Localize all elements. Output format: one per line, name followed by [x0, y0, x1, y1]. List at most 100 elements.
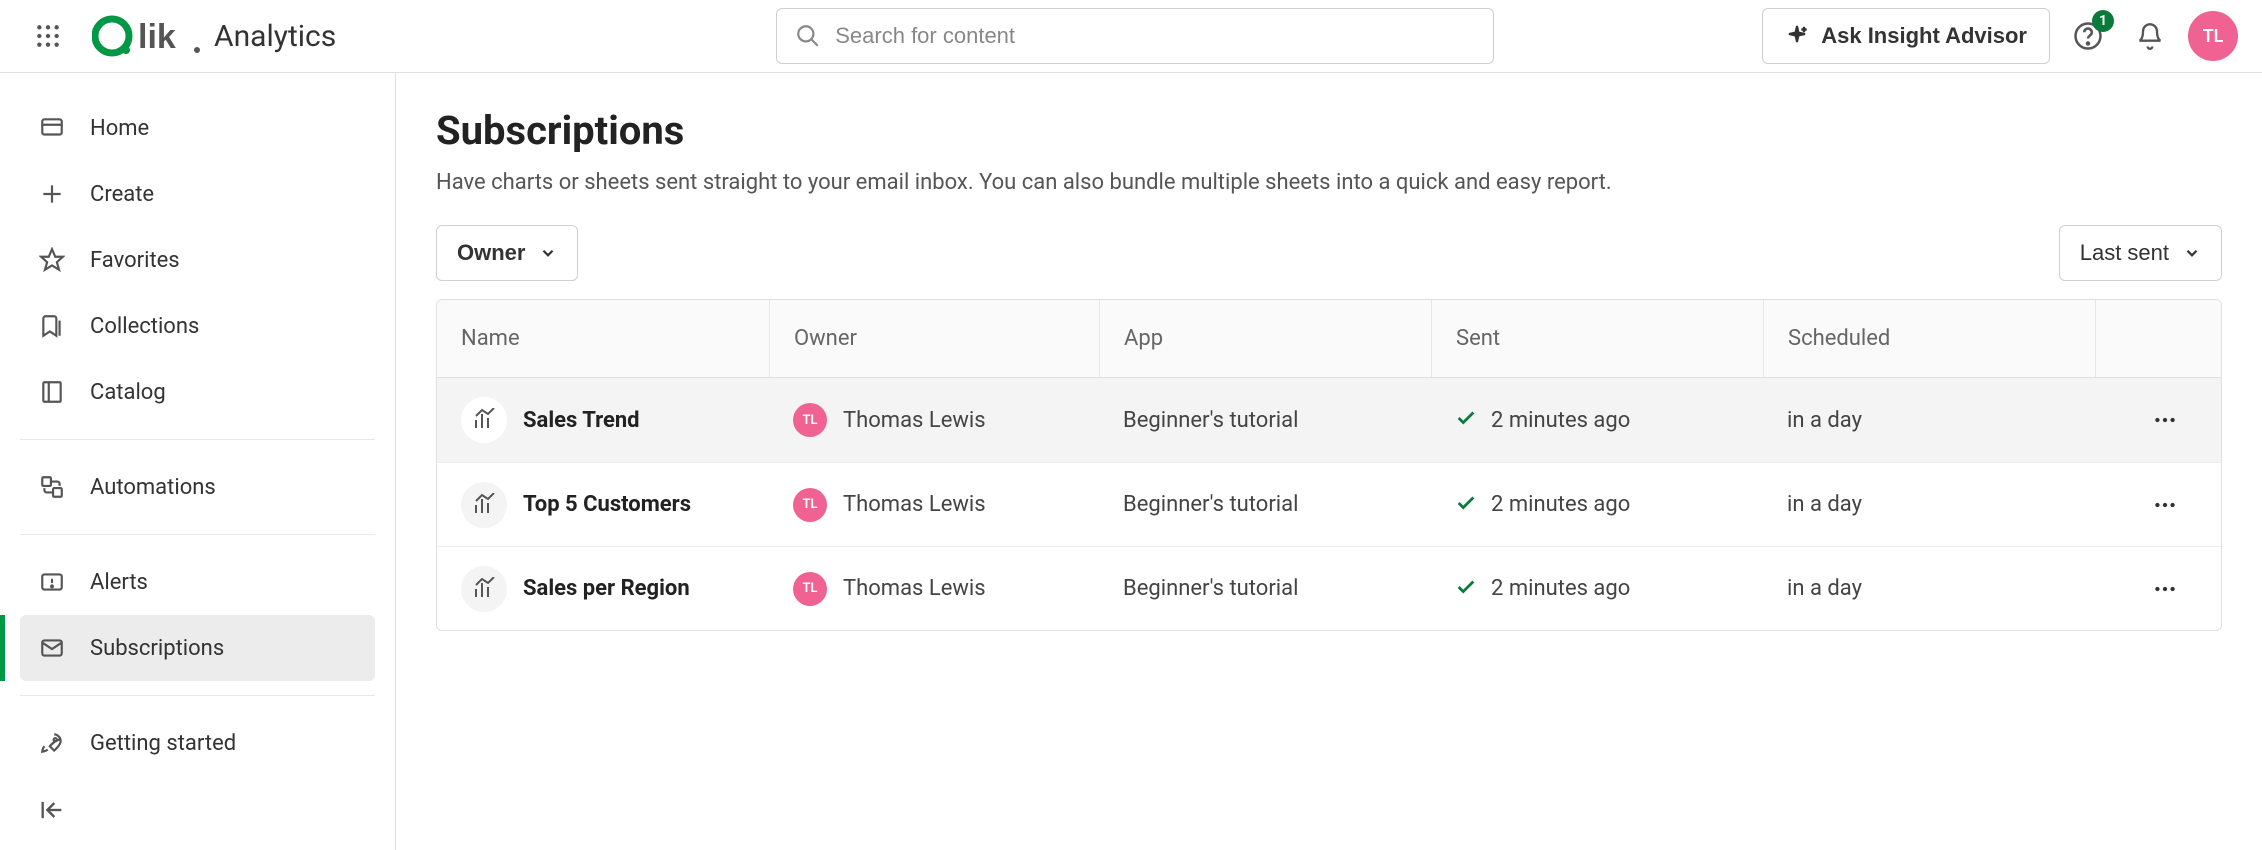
owner-name: Thomas Lewis	[843, 492, 986, 517]
scheduled-time: in a day	[1787, 492, 1862, 517]
bell-icon	[2136, 22, 2164, 50]
column-header-sent[interactable]: Sent	[1431, 300, 1763, 377]
sidebar-item-label: Alerts	[90, 570, 148, 595]
sidebar-item-label: Getting started	[90, 731, 236, 756]
chart-icon	[461, 482, 507, 528]
chevron-down-icon	[539, 244, 557, 262]
sidebar-item-automations[interactable]: Automations	[20, 454, 375, 520]
sidebar-item-alerts[interactable]: Alerts	[20, 549, 375, 615]
star-icon	[38, 246, 66, 274]
automations-icon	[38, 473, 66, 501]
sidebar-item-label: Favorites	[90, 248, 180, 273]
sidebar-item-label: Create	[90, 182, 154, 207]
column-header-scheduled[interactable]: Scheduled	[1763, 300, 2095, 377]
sent-time: 2 minutes ago	[1491, 408, 1630, 433]
table-row[interactable]: Top 5 Customers TL Thomas Lewis Beginner…	[437, 462, 2221, 546]
toolbar: Owner Last sent	[436, 225, 2222, 281]
sidebar-separator	[20, 534, 375, 535]
ask-insight-advisor-button[interactable]: Ask Insight Advisor	[1762, 8, 2050, 64]
page-title: Subscriptions	[436, 107, 2222, 154]
column-header-actions	[2095, 300, 2221, 377]
sidebar-item-catalog[interactable]: Catalog	[20, 359, 375, 425]
table-row[interactable]: Sales Trend TL Thomas Lewis Beginner's t…	[437, 378, 2221, 462]
more-horizontal-icon	[2152, 492, 2178, 518]
more-horizontal-icon	[2152, 407, 2178, 433]
more-actions-button[interactable]	[2145, 569, 2185, 609]
column-header-app[interactable]: App	[1099, 300, 1431, 377]
user-avatar[interactable]: TL	[2188, 11, 2238, 61]
collapse-icon	[38, 796, 66, 824]
app-name: Beginner's tutorial	[1123, 492, 1298, 517]
sidebar-item-collections[interactable]: Collections	[20, 293, 375, 359]
more-horizontal-icon	[2152, 576, 2178, 602]
sidebar-item-create[interactable]: Create	[20, 161, 375, 227]
sidebar-separator	[20, 439, 375, 440]
subscriptions-table: Name Owner App Sent Scheduled Sales Tren…	[436, 299, 2222, 631]
scheduled-time: in a day	[1787, 576, 1862, 601]
owner-filter-button[interactable]: Owner	[436, 225, 578, 281]
subscription-name: Sales per Region	[523, 576, 690, 601]
sent-time: 2 minutes ago	[1491, 492, 1630, 517]
sidebar-item-label: Automations	[90, 475, 216, 500]
search-input[interactable]	[835, 23, 1475, 49]
filter-label: Owner	[457, 240, 525, 266]
notifications-button[interactable]	[2126, 12, 2174, 60]
page-description: Have charts or sheets sent straight to y…	[436, 170, 2222, 195]
insight-label: Ask Insight Advisor	[1821, 23, 2027, 49]
app-name: Beginner's tutorial	[1123, 408, 1298, 433]
home-icon	[38, 114, 66, 142]
search-input-container[interactable]	[776, 8, 1494, 64]
check-icon	[1455, 407, 1477, 433]
sidebar-item-label: Collections	[90, 314, 199, 339]
check-icon	[1455, 492, 1477, 518]
alerts-icon	[38, 568, 66, 596]
chart-icon	[461, 566, 507, 612]
sidebar-item-getting-started[interactable]: Getting started	[20, 710, 375, 776]
sidebar-item-subscriptions[interactable]: Subscriptions	[20, 615, 375, 681]
sort-label: Last sent	[2080, 240, 2169, 266]
owner-avatar: TL	[793, 572, 827, 606]
sidebar: Home Create Favorites Collections	[0, 73, 396, 850]
table-header: Name Owner App Sent Scheduled	[437, 300, 2221, 378]
sidebar-item-label: Subscriptions	[90, 636, 224, 661]
product-name: Analytics	[214, 19, 336, 54]
sidebar-item-favorites[interactable]: Favorites	[20, 227, 375, 293]
column-header-name[interactable]: Name	[437, 300, 769, 377]
more-actions-button[interactable]	[2145, 400, 2185, 440]
chart-icon	[461, 397, 507, 443]
sent-time: 2 minutes ago	[1491, 576, 1630, 601]
column-header-owner[interactable]: Owner	[769, 300, 1099, 377]
app-launcher-icon[interactable]	[24, 12, 72, 60]
owner-name: Thomas Lewis	[843, 408, 986, 433]
subscription-name: Top 5 Customers	[523, 492, 691, 517]
rocket-icon	[38, 729, 66, 757]
subscription-name: Sales Trend	[523, 408, 640, 433]
sparkle-icon	[1785, 24, 1809, 48]
more-actions-button[interactable]	[2145, 485, 2185, 525]
main-content: Subscriptions Have charts or sheets sent…	[396, 73, 2262, 850]
owner-avatar: TL	[793, 488, 827, 522]
owner-name: Thomas Lewis	[843, 576, 986, 601]
table-row[interactable]: Sales per Region TL Thomas Lewis Beginne…	[437, 546, 2221, 630]
app-name: Beginner's tutorial	[1123, 576, 1298, 601]
search-icon	[795, 23, 821, 49]
help-button[interactable]: 1	[2064, 12, 2112, 60]
sort-button[interactable]: Last sent	[2059, 225, 2222, 281]
sidebar-separator	[20, 695, 375, 696]
bookmark-icon	[38, 312, 66, 340]
scheduled-time: in a day	[1787, 408, 1862, 433]
sidebar-item-label: Home	[90, 116, 149, 141]
owner-avatar: TL	[793, 403, 827, 437]
chevron-down-icon	[2183, 244, 2201, 262]
sidebar-item-label: Catalog	[90, 380, 166, 405]
mail-icon	[38, 634, 66, 662]
collapse-sidebar-button[interactable]	[38, 796, 357, 828]
app-header: lik Analytics Ask Insight Advisor 1 TL	[0, 0, 2262, 73]
svg-text:lik: lik	[138, 18, 176, 56]
catalog-icon	[38, 378, 66, 406]
qlik-logo[interactable]: lik Analytics	[92, 14, 336, 58]
sidebar-item-home[interactable]: Home	[20, 95, 375, 161]
help-badge: 1	[2092, 10, 2114, 32]
plus-icon	[38, 180, 66, 208]
check-icon	[1455, 576, 1477, 602]
